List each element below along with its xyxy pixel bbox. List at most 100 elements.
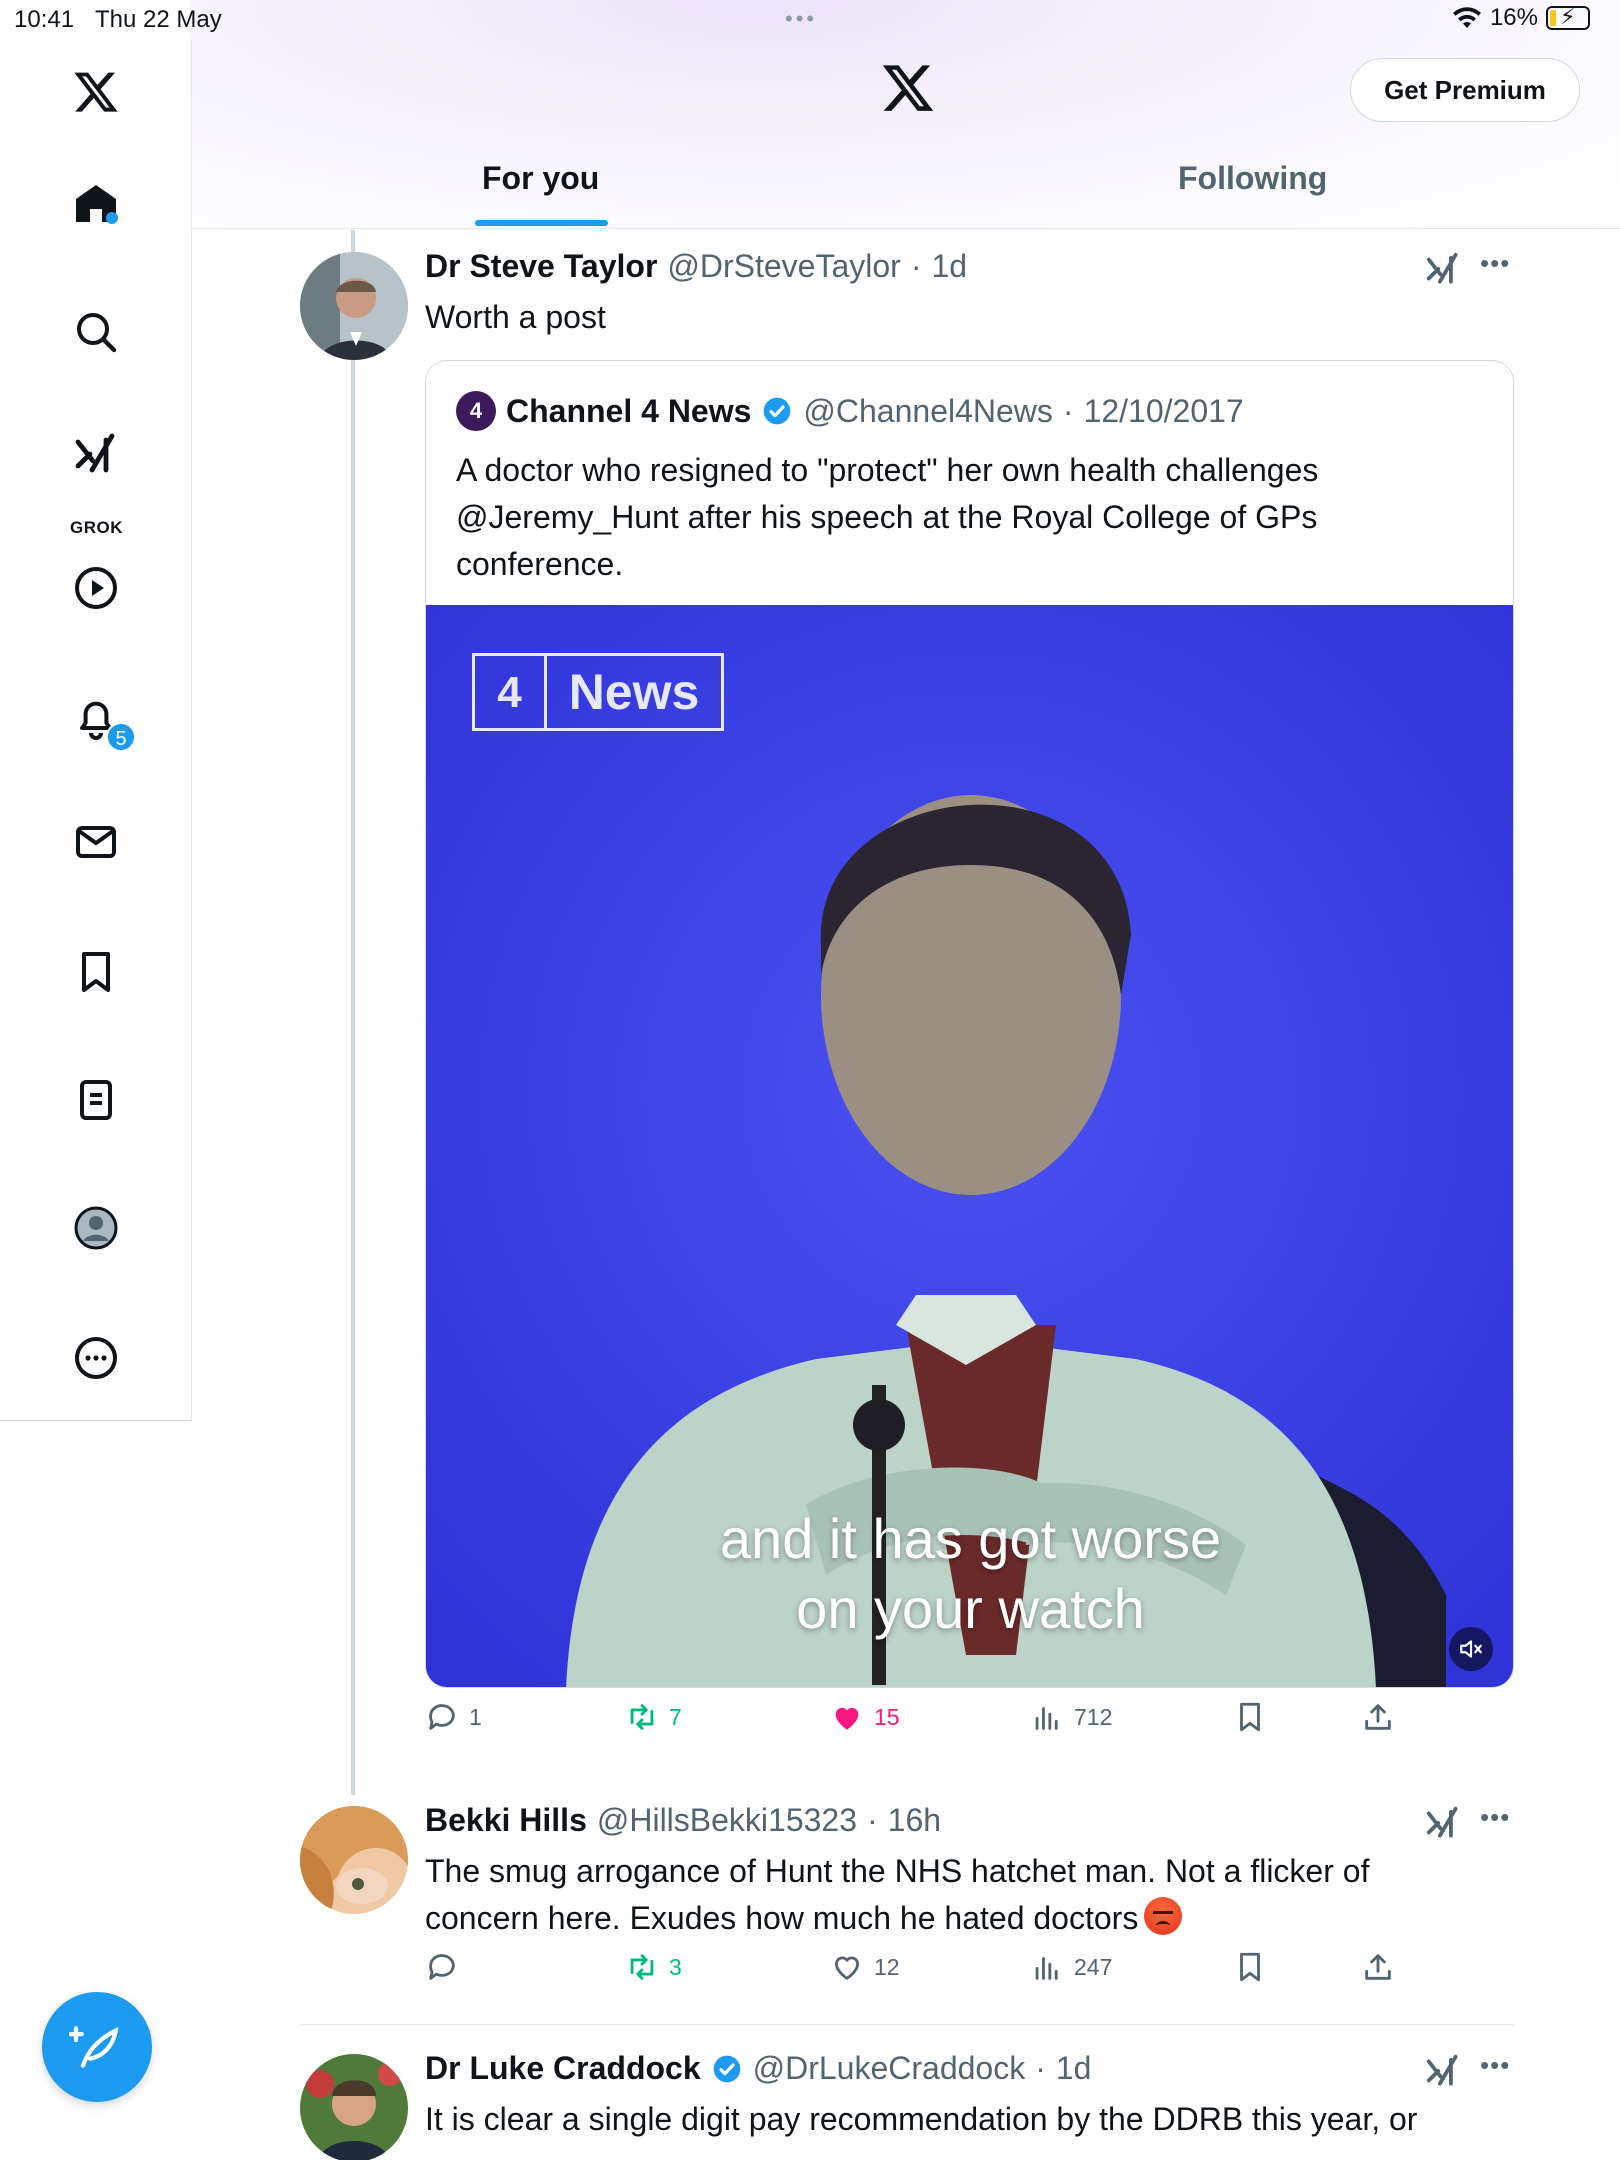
- share-icon: [1365, 1954, 1391, 1980]
- repost-button[interactable]: 7: [625, 1700, 682, 1734]
- bookmark-icon: [1240, 1702, 1260, 1732]
- post-more-icon[interactable]: •••: [1480, 2050, 1510, 2081]
- x-header-logo-icon[interactable]: [880, 60, 936, 116]
- quoted-author-name[interactable]: Channel 4 News: [506, 393, 751, 430]
- like-button[interactable]: 15: [830, 1700, 900, 1734]
- quoted-avatar[interactable]: 4: [456, 391, 496, 431]
- post-text: Worth a post: [425, 299, 606, 335]
- repost-count: 7: [669, 1703, 682, 1730]
- author-name[interactable]: Bekki Hills: [425, 1802, 587, 1839]
- tweet-header: Dr Luke Craddock @DrLukeCraddock · 1d: [425, 2050, 1091, 2087]
- author-name[interactable]: Dr Luke Craddock: [425, 2050, 701, 2087]
- reply-count: 1: [469, 1703, 482, 1730]
- post-actions: 1 7 15 712: [425, 1700, 1425, 1750]
- reply-button[interactable]: 1: [425, 1700, 482, 1734]
- like-button[interactable]: 12: [830, 1950, 900, 1984]
- profile-avatar-icon[interactable]: [68, 1200, 124, 1256]
- share-icon: [1365, 1704, 1391, 1730]
- verified-badge-icon: [713, 2055, 740, 2082]
- separator-dot: ·: [1035, 2050, 1046, 2086]
- x-logo-icon[interactable]: [68, 64, 124, 120]
- share-button[interactable]: [1361, 1950, 1395, 1984]
- avatar[interactable]: [300, 1806, 408, 1914]
- avatar[interactable]: [300, 2054, 408, 2160]
- separator-dot: ·: [867, 1802, 878, 1838]
- post-text-content: The smug arrogance of Hunt the NHS hatch…: [425, 1853, 1370, 1936]
- tweet-header: Dr Steve Taylor @DrSteveTaylor · 1d: [425, 248, 967, 285]
- author-name[interactable]: Dr Steve Taylor: [425, 248, 657, 285]
- wifi-icon: [1452, 7, 1481, 28]
- tab-for-you[interactable]: For you: [482, 160, 599, 197]
- author-handle[interactable]: @DrSteveTaylor: [667, 248, 900, 285]
- repost-count: 3: [669, 1953, 682, 1980]
- video-player[interactable]: 4 News and it has got worse on your watc…: [426, 605, 1513, 1687]
- separator-dot: ·: [910, 248, 922, 284]
- reply-icon: [429, 1704, 455, 1730]
- post-time[interactable]: 1d: [931, 248, 967, 285]
- views-button[interactable]: 247: [1030, 1950, 1112, 1984]
- bookmarks-icon[interactable]: [68, 944, 124, 1000]
- repost-button[interactable]: 3: [625, 1950, 682, 1984]
- video-play-icon[interactable]: [68, 560, 124, 616]
- search-icon[interactable]: [68, 304, 124, 360]
- multitasking-dots-icon[interactable]: •••: [785, 6, 817, 32]
- post-text: The smug arrogance of Hunt the NHS hatch…: [425, 1848, 1485, 1942]
- post-time[interactable]: 1d: [1056, 2050, 1092, 2087]
- reply-icon: [429, 1954, 455, 1980]
- views-chart-icon: [1035, 1707, 1058, 1730]
- grok-icon[interactable]: [68, 426, 124, 482]
- repost-icon: [630, 1954, 654, 1980]
- post-more-icon[interactable]: •••: [1480, 248, 1510, 279]
- grok-explain-icon[interactable]: [1424, 250, 1462, 288]
- more-options-icon[interactable]: [68, 1330, 124, 1386]
- bookmark-button[interactable]: [1233, 1700, 1267, 1734]
- active-tab-indicator: [475, 220, 608, 226]
- compose-feather-icon: [69, 2026, 119, 2068]
- avatar[interactable]: [300, 252, 408, 360]
- compose-post-button[interactable]: [42, 1992, 152, 2102]
- like-count: 15: [874, 1703, 900, 1730]
- bookmark-button[interactable]: [1233, 1950, 1267, 1984]
- views-button[interactable]: 712: [1030, 1700, 1112, 1734]
- view-count: 247: [1074, 1953, 1113, 1980]
- tweet-header: Bekki Hills @HillsBekki15323 · 16h: [425, 1802, 941, 1839]
- quoted-post-text: A doctor who resigned to "protect" her o…: [456, 452, 1319, 582]
- quoted-post-header: 4 Channel 4 News @Channel4News · 12/10/2…: [456, 391, 1244, 431]
- messages-envelope-icon[interactable]: [68, 814, 124, 870]
- separator-dot: ·: [1062, 392, 1074, 429]
- status-bar: 10:41 Thu 22 May ••• 16% ⚡: [0, 0, 1620, 40]
- author-handle[interactable]: @DrLukeCraddock: [753, 2050, 1026, 2087]
- post-text: It is clear a single digit pay recommend…: [425, 2101, 1418, 2137]
- author-handle[interactable]: @HillsBekki15323: [597, 1802, 857, 1839]
- home-unread-dot: [106, 212, 118, 224]
- view-count: 712: [1074, 1703, 1113, 1730]
- views-chart-icon: [1035, 1957, 1058, 1980]
- lists-icon[interactable]: [68, 1072, 124, 1128]
- battery-icon: ⚡: [1546, 4, 1590, 30]
- get-premium-button[interactable]: Get Premium: [1350, 58, 1580, 122]
- logo-news: News: [568, 664, 700, 720]
- bookmark-icon: [1240, 1952, 1260, 1982]
- post-time[interactable]: 16h: [888, 1802, 941, 1839]
- mute-icon[interactable]: [1449, 1627, 1493, 1671]
- notifications-badge: 5: [106, 722, 136, 752]
- post-actions: 3 12 247: [425, 1950, 1425, 2000]
- tab-following[interactable]: Following: [1178, 160, 1327, 197]
- video-caption-line2: on your watch: [796, 1577, 1145, 1640]
- quoted-post-time: 12/10/2017: [1083, 392, 1244, 429]
- home-icon[interactable]: [68, 176, 124, 232]
- share-button[interactable]: [1361, 1700, 1395, 1734]
- quoted-post[interactable]: 4 Channel 4 News @Channel4News · 12/10/2…: [425, 360, 1514, 1688]
- grok-explain-icon[interactable]: [1424, 2052, 1462, 2090]
- reply-button[interactable]: [425, 1950, 469, 1984]
- grok-explain-icon[interactable]: [1424, 1804, 1462, 1842]
- angry-face-icon: [1144, 1897, 1183, 1935]
- heart-icon: [834, 1956, 860, 1980]
- repost-icon: [630, 1704, 654, 1730]
- quoted-author-handle[interactable]: @Channel4News: [803, 393, 1053, 430]
- heart-filled-icon: [835, 1707, 859, 1730]
- verified-badge-icon: [764, 397, 791, 425]
- video-caption-line1: and it has got worse: [719, 1507, 1222, 1570]
- post-more-icon[interactable]: •••: [1480, 1802, 1510, 1833]
- grok-label: GROK: [70, 518, 123, 537]
